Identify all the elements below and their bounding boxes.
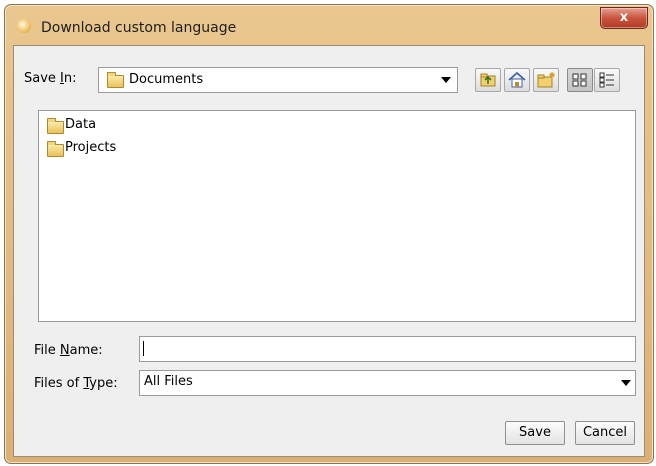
dialog-window: Download custom language x Save In: Docu… bbox=[4, 4, 654, 464]
grid-view-icon bbox=[572, 73, 587, 87]
list-item-data[interactable]: Data bbox=[43, 115, 163, 135]
home-icon bbox=[508, 71, 526, 88]
save-button[interactable]: Save bbox=[505, 421, 565, 445]
save-in-selected: Documents bbox=[129, 72, 204, 87]
window-title: Download custom language bbox=[41, 20, 237, 36]
new-folder-button[interactable] bbox=[533, 68, 559, 92]
file-list[interactable]: Data Projects bbox=[38, 110, 636, 322]
chevron-down-icon[interactable] bbox=[441, 77, 451, 83]
folder-up-icon bbox=[480, 73, 496, 87]
close-button[interactable]: x bbox=[600, 7, 648, 29]
file-name-field[interactable] bbox=[139, 336, 636, 362]
file-name-label: File Name: bbox=[34, 343, 103, 358]
folder-icon bbox=[47, 141, 64, 157]
home-button[interactable] bbox=[504, 68, 530, 92]
save-in-label: Save In: bbox=[24, 71, 77, 86]
details-view-icon bbox=[599, 72, 614, 88]
app-icon bbox=[17, 19, 31, 33]
list-item-projects[interactable]: Projects bbox=[43, 138, 163, 158]
file-type-selected: All Files bbox=[144, 374, 193, 389]
file-name-label: Projects bbox=[65, 140, 117, 155]
up-one-level-button[interactable] bbox=[475, 68, 501, 92]
dialog-client-area: Save In: Documents Data Projects File Na… bbox=[13, 45, 645, 457]
cancel-button[interactable]: Cancel bbox=[575, 421, 635, 445]
text-cursor bbox=[143, 341, 144, 356]
details-view-button[interactable] bbox=[594, 68, 620, 92]
new-folder-icon bbox=[537, 72, 555, 88]
save-in-dropdown[interactable]: Documents bbox=[98, 67, 458, 93]
list-view-button[interactable] bbox=[567, 68, 593, 92]
title-bar[interactable]: Download custom language x bbox=[5, 5, 653, 45]
folder-icon bbox=[47, 118, 64, 134]
file-type-label: Files of Type: bbox=[34, 376, 118, 391]
chevron-down-icon[interactable] bbox=[621, 380, 631, 386]
folder-icon bbox=[107, 72, 124, 88]
file-type-dropdown[interactable]: All Files bbox=[139, 370, 636, 396]
close-icon: x bbox=[619, 10, 629, 25]
file-name-label: Data bbox=[65, 117, 97, 132]
